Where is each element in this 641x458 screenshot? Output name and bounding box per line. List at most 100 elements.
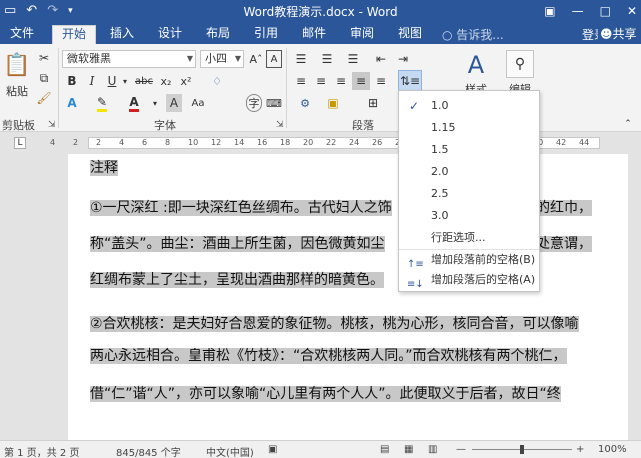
language-indicator[interactable]: 中文(中国) [206, 444, 254, 458]
superscript-icon[interactable]: x² [178, 72, 194, 90]
page-count[interactable]: 第 1 页，共 2 页 [4, 444, 79, 458]
clipboard-launcher-icon[interactable]: ⇲ [48, 120, 56, 130]
italic-icon[interactable]: I [84, 72, 100, 90]
ruler-number: 20 [303, 138, 314, 147]
doc-line: 称“盖头”。曲尘：酒曲上所生菌，因色微黄如尘 [90, 236, 385, 252]
ribbon-display-icon[interactable]: ▣ [544, 2, 555, 20]
tab-references[interactable]: 引用 [248, 25, 284, 44]
line-spacing-option[interactable]: 3.0 [399, 205, 539, 227]
ruler-number: 6 [142, 138, 148, 147]
minimize-icon[interactable]: — [572, 2, 584, 20]
close-icon[interactable]: ✕ [627, 2, 637, 20]
paste-button[interactable]: 粘贴 [4, 84, 30, 98]
heading-text: 注释 [90, 160, 118, 176]
format-painter-icon[interactable]: 🖌 [36, 90, 52, 106]
distributed-icon[interactable]: ≡ [372, 72, 390, 90]
line-spacing-options-item[interactable]: 行距选项... [399, 227, 539, 249]
zoom-slider-handle[interactable] [520, 445, 524, 454]
print-layout-icon[interactable]: ▦ [404, 444, 413, 455]
status-bar: 第 1 页，共 2 页 845/845 个字 中文(中国) ▣ ▤ ▦ ▥ — … [0, 440, 641, 458]
document-area[interactable]: 注释 ①一尺深红 :即一块深红色丝绸布。古代妇人之饰 的红巾， 称“盖头”。曲尘… [0, 154, 641, 440]
enclose-char-icon[interactable]: 字 [246, 94, 262, 112]
window-controls: ▣ — □ ✕ [544, 2, 637, 20]
macro-icon[interactable]: ▣ [268, 444, 277, 455]
font-color-icon[interactable]: A [126, 94, 142, 112]
chevron-down-icon: ▼ [234, 54, 241, 63]
horizontal-ruler[interactable]: L 42246810121416182022242628303234363840… [0, 132, 641, 154]
justify-icon[interactable]: ≡ [352, 72, 370, 90]
font-launcher-icon[interactable]: ⇲ [276, 120, 284, 130]
zoom-out-icon[interactable]: — [456, 444, 466, 455]
borders-icon[interactable]: ⊞ [362, 94, 384, 112]
align-right-icon[interactable]: ≡ [332, 72, 350, 90]
add-space-after-item[interactable]: ≡↓ 增加段落后的空格(A) [399, 269, 539, 291]
add-space-before-item[interactable]: ↑≡ 增加段落前的空格(B) [399, 249, 539, 271]
chevron-down-icon[interactable]: ▾ [120, 72, 130, 90]
paragraph-group-label: 段落 [352, 119, 374, 132]
doc-line: 借“仁”谐“人”，亦可以象喻“心儿里有两个人人”。此便取义于后者，故日“终 [90, 386, 561, 402]
line-spacing-option[interactable]: 2.5 [399, 183, 539, 205]
highlight-icon[interactable]: ✎ [92, 94, 112, 112]
chinese-layout-icon[interactable]: ⚙ [294, 94, 316, 112]
cut-icon[interactable]: ✂ [36, 50, 52, 66]
zoom-level[interactable]: 100% [598, 444, 627, 455]
tab-mailings[interactable]: 邮件 [296, 25, 332, 44]
tab-layout[interactable]: 布局 [200, 25, 236, 44]
web-layout-icon[interactable]: ▥ [428, 444, 437, 455]
word-count[interactable]: 845/845 个字 [116, 444, 181, 458]
align-left-icon[interactable]: ≡ [292, 72, 310, 90]
doc-line: ①一尺深红 :即一块深红色丝绸布。古代妇人之饰 [90, 200, 392, 216]
change-case-icon[interactable]: Aa [188, 94, 208, 112]
copy-icon[interactable]: ⧉ [36, 70, 52, 86]
tab-selector-icon[interactable]: L [14, 137, 26, 149]
font-size-select[interactable]: 小四 ▼ [200, 50, 244, 68]
doc-line: 红绸布蒙上了尘土，呈现出酒曲那样的暗黄色。 [90, 272, 384, 288]
phonetic-guide-icon[interactable]: ⌨ [266, 94, 282, 112]
maximize-icon[interactable]: □ [600, 2, 611, 20]
check-icon: ✓ [409, 99, 420, 113]
ruler-number: 18 [280, 138, 291, 147]
bold-icon[interactable]: B [64, 72, 80, 90]
decrease-indent-icon[interactable]: ⇤ [372, 50, 390, 68]
bullets-icon[interactable]: ☰ [292, 50, 310, 68]
strikethrough-icon[interactable]: abc [134, 72, 154, 90]
tab-design[interactable]: 设计 [152, 25, 188, 44]
styles-icon[interactable]: A [460, 50, 492, 80]
underline-icon[interactable]: U [104, 72, 120, 90]
search-icon[interactable]: ⚲ [506, 50, 534, 78]
zoom-in-icon[interactable]: + [576, 444, 584, 455]
text-effects-icon[interactable]: A [64, 94, 80, 112]
ruler-number: 4 [119, 138, 125, 147]
tab-view[interactable]: 视图 [392, 25, 428, 44]
ruler-number: 42 [556, 138, 567, 147]
char-border-icon[interactable]: A [266, 50, 282, 68]
doc-line-fragment: 的红巾， [536, 200, 592, 216]
read-mode-icon[interactable]: ▤ [380, 444, 389, 455]
line-spacing-option[interactable]: 1.15 [399, 117, 539, 139]
tab-insert[interactable]: 插入 [104, 25, 140, 44]
subscript-icon[interactable]: x₂ [158, 72, 174, 90]
line-spacing-option[interactable]: ✓ 1.0 [399, 95, 539, 117]
clipboard-icon[interactable]: 📋 [3, 48, 30, 82]
line-spacing-option[interactable]: 1.5 [399, 139, 539, 161]
multilevel-list-icon[interactable]: ☰ [344, 50, 362, 68]
numbering-icon[interactable]: ☰ [318, 50, 336, 68]
line-spacing-button[interactable]: ⇅≡ [398, 70, 422, 92]
clear-format-icon[interactable]: ♢ [202, 72, 232, 90]
tab-review[interactable]: 审阅 [344, 25, 380, 44]
tab-home[interactable]: 开始 [52, 25, 96, 44]
chevron-down-icon: ▼ [186, 54, 193, 63]
ruler-number: 14 [234, 138, 245, 147]
collapse-ribbon-icon[interactable]: ⌃ [622, 118, 634, 130]
tell-me-search[interactable]: ○ 告诉我... [442, 26, 504, 43]
line-spacing-option[interactable]: 2.0 [399, 161, 539, 183]
shading-icon[interactable]: ▣ [322, 94, 344, 112]
share-button[interactable]: ☻共享 [598, 25, 639, 42]
increase-indent-icon[interactable]: ⇥ [394, 50, 412, 68]
char-shading-icon[interactable]: A [166, 94, 182, 112]
align-center-icon[interactable]: ≡ [312, 72, 330, 90]
chevron-down-icon[interactable]: ▾ [150, 94, 160, 112]
tab-file[interactable]: 文件 [6, 25, 38, 44]
font-name-select[interactable]: 微软雅黑 ▼ [62, 50, 196, 68]
font-grow-icon[interactable]: Aˆ [248, 50, 264, 68]
